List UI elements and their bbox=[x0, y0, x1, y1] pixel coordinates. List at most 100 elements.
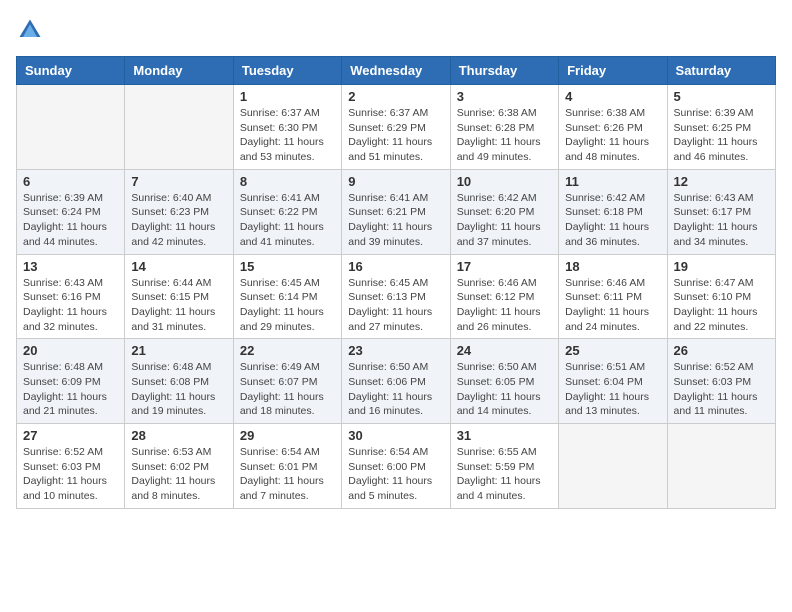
day-number: 30 bbox=[348, 428, 443, 443]
day-info: Sunrise: 6:48 AMSunset: 6:08 PMDaylight:… bbox=[131, 360, 226, 419]
calendar-cell bbox=[125, 85, 233, 170]
day-number: 13 bbox=[23, 259, 118, 274]
day-info: Sunrise: 6:45 AMSunset: 6:14 PMDaylight:… bbox=[240, 276, 335, 335]
day-number: 11 bbox=[565, 174, 660, 189]
weekday-header-friday: Friday bbox=[559, 57, 667, 85]
calendar-cell: 25Sunrise: 6:51 AMSunset: 6:04 PMDayligh… bbox=[559, 339, 667, 424]
day-number: 19 bbox=[674, 259, 769, 274]
calendar-cell: 2 Sunrise: 6:37 AMSunset: 6:29 PMDaylight… bbox=[342, 85, 450, 170]
day-info: Sunrise: 6:41 AMSunset: 6:21 PMDaylight:… bbox=[348, 191, 443, 250]
calendar-week-4: 20 Sunrise: 6:48 AMSunset: 6:09 PMDayligh… bbox=[17, 339, 776, 424]
day-number: 24 bbox=[457, 343, 552, 358]
day-info: Sunrise: 6:37 AMSunset: 6:29 PMDaylight:… bbox=[348, 106, 443, 165]
day-info: Sunrise: 6:52 AMSunset: 6:03 PMDaylight:… bbox=[23, 445, 118, 504]
day-number: 21 bbox=[131, 343, 226, 358]
day-info: Sunrise: 6:49 AMSunset: 6:07 PMDaylight:… bbox=[240, 360, 335, 419]
day-number: 3 bbox=[457, 89, 552, 104]
day-number: 23 bbox=[348, 343, 443, 358]
calendar-cell: 1 Sunrise: 6:37 AMSunset: 6:30 PMDaylight… bbox=[233, 85, 341, 170]
day-number: 31 bbox=[457, 428, 552, 443]
calendar-week-5: 27 Sunrise: 6:52 AMSunset: 6:03 PMDayligh… bbox=[17, 424, 776, 509]
calendar-cell: 10 Sunrise: 6:42 AMSunset: 6:20 PMDayligh… bbox=[450, 169, 558, 254]
day-number: 28 bbox=[131, 428, 226, 443]
day-number: 18 bbox=[565, 259, 660, 274]
calendar-cell: 20 Sunrise: 6:48 AMSunset: 6:09 PMDayligh… bbox=[17, 339, 125, 424]
calendar-cell: 22Sunrise: 6:49 AMSunset: 6:07 PMDayligh… bbox=[233, 339, 341, 424]
day-info: Sunrise: 6:38 AMSunset: 6:28 PMDaylight:… bbox=[457, 106, 552, 165]
calendar-cell: 31 Sunrise: 6:55 AMSunset: 5:59 PMDayligh… bbox=[450, 424, 558, 509]
weekday-header-saturday: Saturday bbox=[667, 57, 775, 85]
day-info: Sunrise: 6:51 AMSunset: 6:04 PMDaylight:… bbox=[565, 360, 660, 419]
day-info: Sunrise: 6:41 AMSunset: 6:22 PMDaylight:… bbox=[240, 191, 335, 250]
calendar-cell: 6Sunrise: 6:39 AMSunset: 6:24 PMDaylight… bbox=[17, 169, 125, 254]
day-number: 4 bbox=[565, 89, 660, 104]
day-info: Sunrise: 6:47 AMSunset: 6:10 PMDaylight:… bbox=[674, 276, 769, 335]
calendar-cell: 17 Sunrise: 6:46 AMSunset: 6:12 PMDayligh… bbox=[450, 254, 558, 339]
weekday-header-thursday: Thursday bbox=[450, 57, 558, 85]
calendar-cell: 9 Sunrise: 6:41 AMSunset: 6:21 PMDaylight… bbox=[342, 169, 450, 254]
day-info: Sunrise: 6:46 AMSunset: 6:12 PMDaylight:… bbox=[457, 276, 552, 335]
day-info: Sunrise: 6:40 AMSunset: 6:23 PMDaylight:… bbox=[131, 191, 226, 250]
day-info: Sunrise: 6:55 AMSunset: 5:59 PMDaylight:… bbox=[457, 445, 552, 504]
calendar-cell: 15 Sunrise: 6:45 AMSunset: 6:14 PMDayligh… bbox=[233, 254, 341, 339]
calendar-cell: 5Sunrise: 6:39 AMSunset: 6:25 PMDaylight… bbox=[667, 85, 775, 170]
day-info: Sunrise: 6:54 AMSunset: 6:01 PMDaylight:… bbox=[240, 445, 335, 504]
calendar-week-2: 6Sunrise: 6:39 AMSunset: 6:24 PMDaylight… bbox=[17, 169, 776, 254]
day-info: Sunrise: 6:37 AMSunset: 6:30 PMDaylight:… bbox=[240, 106, 335, 165]
day-info: Sunrise: 6:42 AMSunset: 6:20 PMDaylight:… bbox=[457, 191, 552, 250]
day-info: Sunrise: 6:42 AMSunset: 6:18 PMDaylight:… bbox=[565, 191, 660, 250]
day-info: Sunrise: 6:44 AMSunset: 6:15 PMDaylight:… bbox=[131, 276, 226, 335]
calendar-cell: 7 Sunrise: 6:40 AMSunset: 6:23 PMDaylight… bbox=[125, 169, 233, 254]
day-info: Sunrise: 6:52 AMSunset: 6:03 PMDaylight:… bbox=[674, 360, 769, 419]
day-info: Sunrise: 6:43 AMSunset: 6:17 PMDaylight:… bbox=[674, 191, 769, 250]
day-number: 27 bbox=[23, 428, 118, 443]
calendar-cell: 16Sunrise: 6:45 AMSunset: 6:13 PMDayligh… bbox=[342, 254, 450, 339]
day-number: 2 bbox=[348, 89, 443, 104]
calendar-cell: 14 Sunrise: 6:44 AMSunset: 6:15 PMDayligh… bbox=[125, 254, 233, 339]
day-number: 26 bbox=[674, 343, 769, 358]
day-info: Sunrise: 6:53 AMSunset: 6:02 PMDaylight:… bbox=[131, 445, 226, 504]
page-header bbox=[16, 16, 776, 44]
day-number: 9 bbox=[348, 174, 443, 189]
calendar-cell: 29 Sunrise: 6:54 AMSunset: 6:01 PMDayligh… bbox=[233, 424, 341, 509]
calendar-cell: 11 Sunrise: 6:42 AMSunset: 6:18 PMDayligh… bbox=[559, 169, 667, 254]
day-number: 20 bbox=[23, 343, 118, 358]
calendar-cell: 18 Sunrise: 6:46 AMSunset: 6:11 PMDayligh… bbox=[559, 254, 667, 339]
calendar-week-1: 1 Sunrise: 6:37 AMSunset: 6:30 PMDaylight… bbox=[17, 85, 776, 170]
calendar-cell: 4 Sunrise: 6:38 AMSunset: 6:26 PMDaylight… bbox=[559, 85, 667, 170]
weekday-header-tuesday: Tuesday bbox=[233, 57, 341, 85]
calendar-cell bbox=[667, 424, 775, 509]
weekday-header-sunday: Sunday bbox=[17, 57, 125, 85]
day-number: 7 bbox=[131, 174, 226, 189]
day-number: 17 bbox=[457, 259, 552, 274]
day-number: 10 bbox=[457, 174, 552, 189]
calendar-cell bbox=[17, 85, 125, 170]
weekday-header-wednesday: Wednesday bbox=[342, 57, 450, 85]
day-info: Sunrise: 6:38 AMSunset: 6:26 PMDaylight:… bbox=[565, 106, 660, 165]
calendar-cell: 28 Sunrise: 6:53 AMSunset: 6:02 PMDayligh… bbox=[125, 424, 233, 509]
logo bbox=[16, 16, 48, 44]
day-info: Sunrise: 6:39 AMSunset: 6:24 PMDaylight:… bbox=[23, 191, 118, 250]
calendar-cell: 24 Sunrise: 6:50 AMSunset: 6:05 PMDayligh… bbox=[450, 339, 558, 424]
day-number: 15 bbox=[240, 259, 335, 274]
calendar-cell: 26 Sunrise: 6:52 AMSunset: 6:03 PMDayligh… bbox=[667, 339, 775, 424]
calendar-cell: 12 Sunrise: 6:43 AMSunset: 6:17 PMDayligh… bbox=[667, 169, 775, 254]
calendar-header-row: SundayMondayTuesdayWednesdayThursdayFrid… bbox=[17, 57, 776, 85]
day-number: 12 bbox=[674, 174, 769, 189]
calendar-cell: 8 Sunrise: 6:41 AMSunset: 6:22 PMDaylight… bbox=[233, 169, 341, 254]
calendar-cell: 23Sunrise: 6:50 AMSunset: 6:06 PMDayligh… bbox=[342, 339, 450, 424]
day-info: Sunrise: 6:50 AMSunset: 6:05 PMDaylight:… bbox=[457, 360, 552, 419]
calendar-cell: 30 Sunrise: 6:54 AMSunset: 6:00 PMDayligh… bbox=[342, 424, 450, 509]
day-number: 8 bbox=[240, 174, 335, 189]
day-info: Sunrise: 6:45 AMSunset: 6:13 PMDaylight:… bbox=[348, 276, 443, 335]
logo-icon bbox=[16, 16, 44, 44]
day-info: Sunrise: 6:48 AMSunset: 6:09 PMDaylight:… bbox=[23, 360, 118, 419]
day-info: Sunrise: 6:54 AMSunset: 6:00 PMDaylight:… bbox=[348, 445, 443, 504]
calendar-cell: 19 Sunrise: 6:47 AMSunset: 6:10 PMDayligh… bbox=[667, 254, 775, 339]
day-info: Sunrise: 6:46 AMSunset: 6:11 PMDaylight:… bbox=[565, 276, 660, 335]
day-info: Sunrise: 6:43 AMSunset: 6:16 PMDaylight:… bbox=[23, 276, 118, 335]
day-number: 14 bbox=[131, 259, 226, 274]
day-number: 1 bbox=[240, 89, 335, 104]
calendar-cell: 21 Sunrise: 6:48 AMSunset: 6:08 PMDayligh… bbox=[125, 339, 233, 424]
day-number: 29 bbox=[240, 428, 335, 443]
